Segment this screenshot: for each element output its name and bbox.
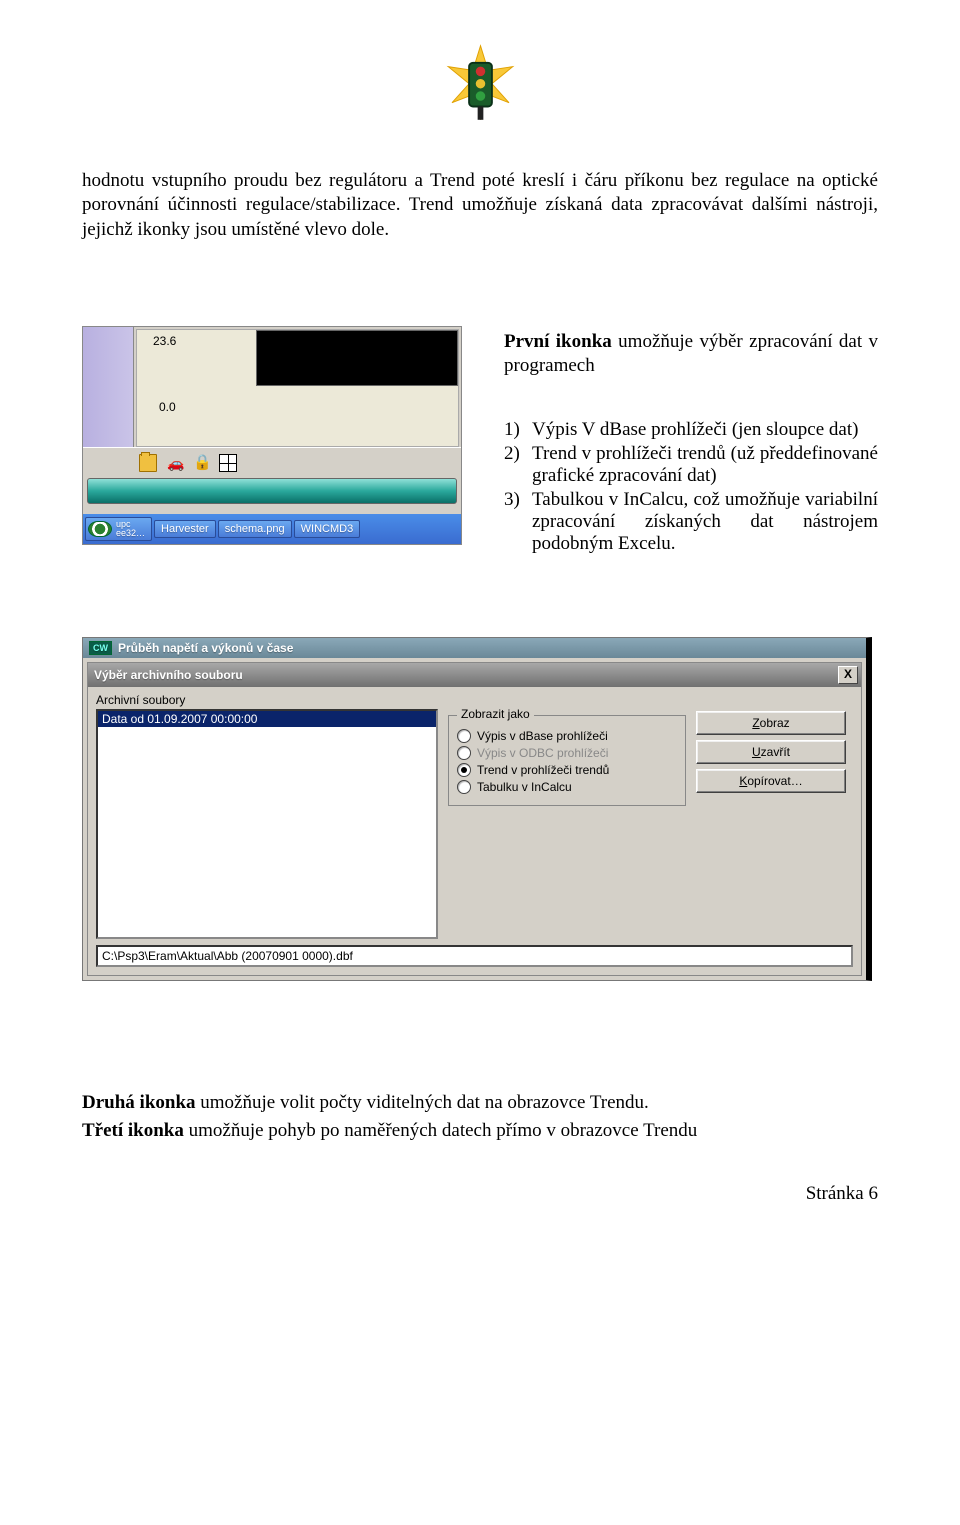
taskbar-label-1b: ee32… bbox=[116, 529, 145, 538]
list-num-1: 1) bbox=[504, 419, 532, 441]
paragraph-1: hodnotu vstupního proudu bez regulátoru … bbox=[82, 169, 878, 242]
ss2-outer-title-text: Průběh napětí a výkonů v čase bbox=[118, 641, 293, 655]
radio-icon bbox=[457, 729, 471, 743]
folder-icon[interactable] bbox=[139, 454, 157, 472]
radio-label-trend: Trend v prohlížeči trendů bbox=[477, 763, 609, 777]
display-as-groupbox: Zobrazit jako Výpis v dBase prohlížeči V… bbox=[448, 715, 686, 806]
radio-incalc[interactable]: Tabulku v InCalcu bbox=[457, 780, 677, 794]
archive-files-label: Archivní soubory bbox=[96, 693, 853, 707]
close-button[interactable]: X bbox=[838, 666, 858, 684]
screenshot-2: CW Průběh napětí a výkonů v čase Výběr a… bbox=[82, 637, 878, 981]
taskbar-item-schema[interactable]: schema.png bbox=[218, 520, 292, 538]
third-icon-lead: Třetí ikonka bbox=[82, 1120, 184, 1141]
close-dialog-button[interactable]: Uzavřít bbox=[696, 740, 846, 764]
list-text-1: Výpis V dBase prohlížeči (jen sloupce da… bbox=[532, 419, 878, 441]
taskbar-item-wincmd[interactable]: WINCMD3 bbox=[294, 520, 361, 538]
eye-icon bbox=[88, 521, 112, 537]
radio-icon-selected bbox=[457, 763, 471, 777]
list-text-3: Tabulkou v InCalcu, což umožňuje variabi… bbox=[532, 489, 878, 555]
ss1-teal-bar bbox=[87, 478, 457, 504]
ss1-toolbar: 🚗 🔒 bbox=[83, 447, 461, 478]
ss1-value-bottom: 0.0 bbox=[159, 400, 176, 414]
paragraph-2b: Třetí ikonka umožňuje pohyb po naměřenýc… bbox=[82, 1119, 878, 1143]
taskbar-item-harvester[interactable]: Harvester bbox=[154, 520, 216, 538]
show-button[interactable]: Zobraz bbox=[696, 711, 846, 735]
radio-odbc: Výpis v ODBC prohlížeči bbox=[457, 746, 677, 760]
grid-icon[interactable] bbox=[219, 454, 237, 472]
ss2-outer-titlebar: CW Průběh napětí a výkonů v čase bbox=[83, 638, 866, 658]
ss1-sidebar bbox=[83, 327, 134, 447]
lock-icon[interactable]: 🔒 bbox=[193, 455, 209, 471]
radio-label-odbc: Výpis v ODBC prohlížeči bbox=[477, 746, 608, 760]
ss2-titlebar: Výběr archivního souboru X bbox=[88, 663, 861, 687]
radio-label-incalc: Tabulku v InCalcu bbox=[477, 780, 572, 794]
radio-icon bbox=[457, 780, 471, 794]
first-icon-description: První ikonka umožňuje výběr zpracování d… bbox=[474, 330, 878, 379]
third-icon-rest: umožňuje pohyb po naměřených datech přím… bbox=[184, 1120, 697, 1141]
groupbox-title: Zobrazit jako bbox=[457, 707, 534, 721]
file-path-field[interactable]: C:\Psp3\Eram\Aktual\Abb (20070901 0000).… bbox=[96, 945, 853, 967]
ss2-title-text: Výběr archivního souboru bbox=[94, 668, 243, 682]
screenshot-1: 23.6 0.0 🚗 🔒 upc bbox=[82, 326, 462, 557]
ss1-black-area bbox=[256, 330, 458, 386]
ss1-taskbar: upc ee32… Harvester schema.png WINCMD3 bbox=[83, 514, 461, 544]
taskbar-item-eye[interactable]: upc ee32… bbox=[85, 517, 152, 541]
list-text-2: Trend v prohlížeči trendů (už předdefino… bbox=[532, 443, 878, 487]
radio-trend[interactable]: Trend v prohlížeči trendů bbox=[457, 763, 677, 777]
page-footer: Stránka 6 bbox=[82, 1183, 878, 1205]
ss1-value-top: 23.6 bbox=[153, 334, 176, 348]
car-icon[interactable]: 🚗 bbox=[167, 455, 183, 471]
radio-icon bbox=[457, 746, 471, 760]
header-logo bbox=[82, 40, 878, 141]
paragraph-2a: Druhá ikonka umožňuje volit počty vidite… bbox=[82, 1091, 878, 1115]
options-list: 1) Výpis V dBase prohlížeči (jen sloupce… bbox=[474, 419, 878, 555]
radio-label-dbase: Výpis v dBase prohlížeči bbox=[477, 729, 608, 743]
list-num-2: 2) bbox=[504, 443, 532, 487]
cw-badge-icon: CW bbox=[89, 641, 112, 655]
archive-list-item[interactable]: Data od 01.09.2007 00:00:00 bbox=[98, 711, 436, 727]
second-icon-rest: umožňuje volit počty viditelných dat na … bbox=[196, 1092, 649, 1113]
first-icon-lead: První ikonka bbox=[504, 331, 612, 352]
copy-button[interactable]: Kopírovat… bbox=[696, 769, 846, 793]
radio-dbase[interactable]: Výpis v dBase prohlížeči bbox=[457, 729, 677, 743]
list-num-3: 3) bbox=[504, 489, 532, 555]
second-icon-lead: Druhá ikonka bbox=[82, 1092, 196, 1113]
archive-listbox[interactable]: Data od 01.09.2007 00:00:00 bbox=[96, 709, 438, 939]
ss1-canvas: 23.6 0.0 bbox=[136, 329, 459, 447]
